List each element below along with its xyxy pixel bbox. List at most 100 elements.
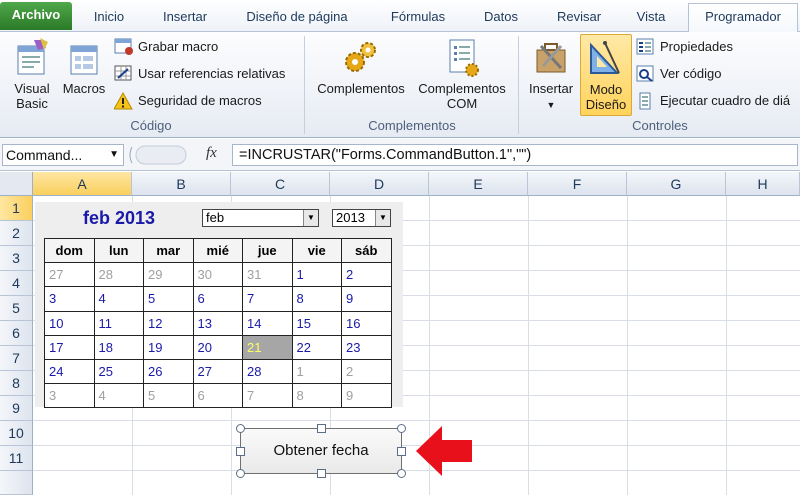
calendar-day[interactable]: 7	[242, 286, 293, 312]
column-header-b[interactable]: B	[132, 172, 231, 196]
calendar-day[interactable]: 9	[341, 286, 392, 312]
calendar-control[interactable]: feb 2013 feb ▼ 2013 ▼ dom lun mar mié ju…	[35, 202, 403, 409]
row-header-6[interactable]: 6	[0, 321, 33, 346]
resize-handle[interactable]	[317, 424, 326, 433]
visual-basic-button[interactable]: Visual Basic	[6, 38, 58, 111]
row-header-8[interactable]: 8	[0, 371, 33, 396]
calendar-day[interactable]: 22	[291, 334, 342, 360]
tab-diseno-de-pagina[interactable]: Diseño de página	[232, 4, 362, 32]
row-header-7[interactable]: 7	[0, 346, 33, 371]
row-header-4[interactable]: 4	[0, 271, 33, 296]
row-header-10[interactable]: 10	[0, 421, 33, 446]
resize-handle[interactable]	[317, 469, 326, 478]
calendar-day[interactable]: 16	[341, 310, 392, 336]
column-header-a[interactable]: A	[33, 172, 132, 196]
tab-vista[interactable]: Vista	[626, 4, 676, 32]
chevron-down-icon[interactable]: ▼	[303, 210, 318, 226]
obtener-fecha-button[interactable]: Obtener fecha	[240, 428, 402, 474]
calendar-day[interactable]: 28	[242, 358, 293, 385]
calendar-day[interactable]: 7	[242, 383, 293, 409]
calendar-day[interactable]: 15	[291, 310, 342, 336]
calendar-day[interactable]: 6	[192, 383, 243, 409]
calendar-day[interactable]: 19	[143, 334, 194, 360]
tab-formulas[interactable]: Fórmulas	[378, 4, 458, 32]
calendar-day[interactable]: 13	[192, 310, 243, 336]
row-header-2[interactable]: 2	[0, 221, 33, 246]
macros-button[interactable]: Macros	[58, 38, 110, 96]
calendar-day[interactable]: 20	[192, 334, 243, 360]
resize-handle[interactable]	[236, 424, 245, 433]
tab-revisar[interactable]: Revisar	[544, 4, 614, 32]
complementos-button[interactable]: Complementos	[312, 38, 410, 96]
formula-input[interactable]: =INCRUSTAR("Forms.CommandButton.1","")	[232, 144, 798, 166]
column-header-d[interactable]: D	[330, 172, 429, 196]
row-header-5[interactable]: 5	[0, 296, 33, 321]
calendar-day[interactable]: 28	[93, 262, 144, 288]
chevron-down-icon[interactable]: ▼	[375, 210, 390, 226]
calendar-day[interactable]: 12	[143, 310, 194, 336]
calendar-day[interactable]: 27	[192, 358, 243, 385]
calendar-day[interactable]: 4	[93, 383, 144, 409]
calendar-day[interactable]: 30	[192, 262, 243, 288]
resize-handle[interactable]	[397, 447, 406, 456]
row-header-3[interactable]: 3	[0, 246, 33, 271]
calendar-day[interactable]: 24	[44, 358, 95, 385]
tab-datos[interactable]: Datos	[472, 4, 530, 32]
calendar-day[interactable]: 8	[291, 383, 342, 409]
calendar-day[interactable]: 3	[44, 383, 95, 409]
calendar-day[interactable]: 29	[143, 262, 194, 288]
select-all-corner[interactable]	[0, 172, 33, 196]
calendar-day[interactable]: 31	[242, 262, 293, 288]
resize-handle[interactable]	[397, 424, 406, 433]
calendar-day[interactable]: 2	[341, 358, 392, 385]
calendar-day[interactable]: 11	[93, 310, 144, 336]
calendar-day[interactable]: 23	[341, 334, 392, 360]
tab-archivo[interactable]: Archivo	[0, 2, 72, 30]
column-header-f[interactable]: F	[528, 172, 627, 196]
row-header-1[interactable]: 1	[0, 196, 33, 221]
row-header-12[interactable]	[0, 471, 33, 495]
calendar-day[interactable]: 5	[143, 286, 194, 312]
calendar-day[interactable]: 26	[143, 358, 194, 385]
column-header-c[interactable]: C	[231, 172, 330, 196]
modo-diseno-button[interactable]: Modo Diseño	[580, 34, 632, 116]
tab-insertar[interactable]: Insertar	[150, 4, 220, 32]
chevron-down-icon[interactable]: ▼	[109, 145, 119, 165]
calendar-day[interactable]: 2	[341, 262, 392, 288]
resize-handle[interactable]	[236, 447, 245, 456]
column-header-e[interactable]: E	[429, 172, 528, 196]
calendar-day-selected[interactable]: 21	[242, 334, 293, 360]
complementos-com-button[interactable]: Complementos COM	[412, 38, 512, 111]
tab-inicio[interactable]: Inicio	[80, 4, 138, 32]
calendar-day[interactable]: 1	[291, 358, 342, 385]
calendar-day[interactable]: 18	[93, 334, 144, 360]
calendar-day[interactable]: 25	[93, 358, 144, 385]
year-combobox-value: 2013	[336, 210, 365, 225]
column-header-g[interactable]: G	[627, 172, 726, 196]
calendar-day[interactable]: 5	[143, 383, 194, 409]
calendar-day[interactable]: 3	[44, 286, 95, 312]
calendar-day[interactable]: 4	[93, 286, 144, 312]
year-combobox[interactable]: 2013 ▼	[332, 209, 391, 227]
calendar-day[interactable]: 10	[44, 310, 95, 336]
insertar-control-button[interactable]: Insertar ▼	[524, 38, 578, 113]
name-box[interactable]: Command... ▼	[2, 144, 124, 166]
calendar-day[interactable]: 27	[44, 262, 95, 288]
calendar-day[interactable]: 9	[341, 383, 392, 409]
row-header-11[interactable]: 11	[0, 446, 33, 471]
calendar-day[interactable]: 6	[192, 286, 243, 312]
worksheet-grid: A B C D E F G H 1 2 3 4 5 6 7 8 9 10 11 …	[0, 172, 800, 495]
formula-bar-resize-handle[interactable]	[128, 143, 188, 167]
resize-handle[interactable]	[236, 469, 245, 478]
month-combobox[interactable]: feb ▼	[202, 209, 319, 227]
insert-function-button[interactable]: fx	[206, 145, 217, 162]
row-header-9[interactable]: 9	[0, 396, 33, 421]
name-box-value: Command...	[6, 147, 83, 163]
tab-programador[interactable]: Programador	[688, 3, 798, 32]
resize-handle[interactable]	[397, 469, 406, 478]
calendar-day[interactable]: 1	[291, 262, 342, 288]
column-header-h[interactable]: H	[726, 172, 800, 196]
calendar-day[interactable]: 14	[242, 310, 293, 336]
calendar-day[interactable]: 8	[291, 286, 342, 312]
calendar-day[interactable]: 17	[44, 334, 95, 360]
